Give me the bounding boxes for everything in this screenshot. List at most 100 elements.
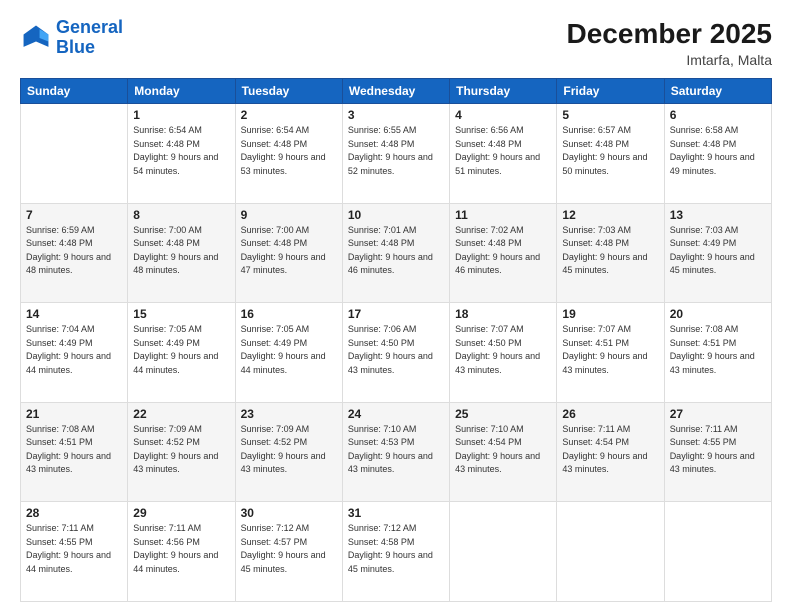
logo-line2: Blue: [56, 37, 95, 57]
daylight-text-2: 49 minutes.: [670, 165, 766, 179]
col-monday: Monday: [128, 79, 235, 104]
daylight-text: Daylight: 9 hours and: [348, 350, 444, 364]
daylight-text-2: 44 minutes.: [26, 563, 122, 577]
table-row: 14 Sunrise: 7:04 AMSunset: 4:49 PMDayligh…: [21, 303, 128, 403]
daylight-text-2: 51 minutes.: [455, 165, 551, 179]
day-info: Sunrise: 7:12 AMSunset: 4:57 PMDaylight:…: [241, 522, 337, 576]
subtitle: Imtarfa, Malta: [567, 52, 772, 68]
daylight-text-2: 53 minutes.: [241, 165, 337, 179]
sunset-text: Sunset: 4:48 PM: [562, 237, 658, 251]
col-wednesday: Wednesday: [342, 79, 449, 104]
day-info: Sunrise: 6:54 AMSunset: 4:48 PMDaylight:…: [241, 124, 337, 178]
col-friday: Friday: [557, 79, 664, 104]
sunrise-text: Sunrise: 7:09 AM: [241, 423, 337, 437]
sunset-text: Sunset: 4:48 PM: [670, 138, 766, 152]
sunset-text: Sunset: 4:48 PM: [348, 237, 444, 251]
sunset-text: Sunset: 4:51 PM: [670, 337, 766, 351]
table-row: 9Sunrise: 7:00 AMSunset: 4:48 PMDaylight…: [235, 203, 342, 303]
daylight-text-2: 43 minutes.: [26, 463, 122, 477]
sunset-text: Sunset: 4:55 PM: [26, 536, 122, 550]
sunset-text: Sunset: 4:51 PM: [26, 436, 122, 450]
sunrise-text: Sunrise: 6:54 AM: [133, 124, 229, 138]
daylight-text-2: 43 minutes.: [348, 463, 444, 477]
daylight-text-2: 45 minutes.: [241, 563, 337, 577]
day-info: Sunrise: 7:11 AMSunset: 4:54 PMDaylight:…: [562, 423, 658, 477]
sunset-text: Sunset: 4:49 PM: [133, 337, 229, 351]
sunset-text: Sunset: 4:55 PM: [670, 436, 766, 450]
daylight-text-2: 45 minutes.: [562, 264, 658, 278]
day-info: Sunrise: 7:09 AMSunset: 4:52 PMDaylight:…: [133, 423, 229, 477]
sunrise-text: Sunrise: 7:08 AM: [26, 423, 122, 437]
daylight-text-2: 43 minutes.: [133, 463, 229, 477]
sunset-text: Sunset: 4:49 PM: [241, 337, 337, 351]
day-info: Sunrise: 7:01 AMSunset: 4:48 PMDaylight:…: [348, 224, 444, 278]
day-info: Sunrise: 7:02 AMSunset: 4:48 PMDaylight:…: [455, 224, 551, 278]
day-number: 24: [348, 407, 444, 421]
sunrise-text: Sunrise: 6:55 AM: [348, 124, 444, 138]
daylight-text: Daylight: 9 hours and: [133, 549, 229, 563]
daylight-text: Daylight: 9 hours and: [26, 350, 122, 364]
daylight-text-2: 44 minutes.: [26, 364, 122, 378]
day-number: 7: [26, 208, 122, 222]
day-number: 13: [670, 208, 766, 222]
daylight-text: Daylight: 9 hours and: [241, 151, 337, 165]
sunrise-text: Sunrise: 6:58 AM: [670, 124, 766, 138]
calendar-week-row: 28 Sunrise: 7:11 AM Sunset: 4:55 PM Dayligh…: [21, 502, 772, 602]
daylight-text-2: 48 minutes.: [133, 264, 229, 278]
calendar-week-row: 14Sunrise: 7:04 AMSunset: 4:49 PMDayligh…: [21, 303, 772, 403]
daylight-text: Daylight: 9 hours and: [133, 251, 229, 265]
sunset-text: Sunset: 4:48 PM: [455, 138, 551, 152]
sunrise-text: Sunrise: 7:00 AM: [133, 224, 229, 238]
daylight-text-2: 46 minutes.: [348, 264, 444, 278]
table-row: 12Sunrise: 7:03 AMSunset: 4:48 PMDayligh…: [557, 203, 664, 303]
sunset-text: Sunset: 4:54 PM: [562, 436, 658, 450]
day-number: 19: [562, 307, 658, 321]
table-row: 13Sunrise: 7:03 AMSunset: 4:49 PMDayligh…: [664, 203, 771, 303]
daylight-text: Daylight: 9 hours and: [455, 151, 551, 165]
sunrise-text: Sunrise: 7:07 AM: [455, 323, 551, 337]
sunset-text: Sunset: 4:51 PM: [562, 337, 658, 351]
day-info: Sunrise: 7:00 AMSunset: 4:48 PMDaylight:…: [241, 224, 337, 278]
daylight-text: Daylight: 9 hours and: [26, 251, 122, 265]
table-row: 16Sunrise: 7:05 AMSunset: 4:49 PMDayligh…: [235, 303, 342, 403]
calendar-table: Sunday Monday Tuesday Wednesday Thursday…: [20, 78, 772, 602]
sunset-text: Sunset: 4:50 PM: [348, 337, 444, 351]
day-info: Sunrise: 6:57 AMSunset: 4:48 PMDaylight:…: [562, 124, 658, 178]
day-info: Sunrise: 6:54 AMSunset: 4:48 PMDaylight:…: [133, 124, 229, 178]
daylight-text-2: 43 minutes.: [562, 364, 658, 378]
daylight-text-2: 50 minutes.: [562, 165, 658, 179]
table-row: 24Sunrise: 7:10 AMSunset: 4:53 PMDayligh…: [342, 402, 449, 502]
daylight-text: Daylight: 9 hours and: [562, 151, 658, 165]
day-number: 15: [133, 307, 229, 321]
sunrise-text: Sunrise: 7:11 AM: [133, 522, 229, 536]
daylight-text-2: 54 minutes.: [133, 165, 229, 179]
table-row: [450, 502, 557, 602]
daylight-text-2: 45 minutes.: [670, 264, 766, 278]
day-number: 10: [348, 208, 444, 222]
day-number: 11: [455, 208, 551, 222]
daylight-text: Daylight: 9 hours and: [348, 151, 444, 165]
day-info: Sunrise: 7:07 AMSunset: 4:51 PMDaylight:…: [562, 323, 658, 377]
day-number: 28: [26, 506, 122, 520]
table-row: 15Sunrise: 7:05 AMSunset: 4:49 PMDayligh…: [128, 303, 235, 403]
day-number: 14: [26, 307, 122, 321]
day-number: 22: [133, 407, 229, 421]
sunset-text: Sunset: 4:49 PM: [26, 337, 122, 351]
day-number: 31: [348, 506, 444, 520]
sunset-text: Sunset: 4:57 PM: [241, 536, 337, 550]
daylight-text: Daylight: 9 hours and: [455, 450, 551, 464]
daylight-text-2: 52 minutes.: [348, 165, 444, 179]
table-row: 28Sunrise: 7:11 AMSunset: 4:55 PMDayligh…: [21, 502, 128, 602]
day-info: Sunrise: 7:09 AMSunset: 4:52 PMDaylight:…: [241, 423, 337, 477]
logo: General Blue: [20, 18, 123, 58]
sunrise-text: Sunrise: 7:04 AM: [26, 323, 122, 337]
sunset-text: Sunset: 4:48 PM: [241, 138, 337, 152]
table-row: 3Sunrise: 6:55 AMSunset: 4:48 PMDaylight…: [342, 104, 449, 204]
daylight-text: Daylight: 9 hours and: [670, 450, 766, 464]
day-info: Sunrise: 7:05 AMSunset: 4:49 PMDaylight:…: [241, 323, 337, 377]
sunrise-text: Sunrise: 7:03 AM: [562, 224, 658, 238]
daylight-text-2: 44 minutes.: [241, 364, 337, 378]
sunset-text: Sunset: 4:48 PM: [562, 138, 658, 152]
daylight-text: Daylight: 9 hours and: [241, 251, 337, 265]
daylight-text: Daylight: 9 hours and: [133, 350, 229, 364]
